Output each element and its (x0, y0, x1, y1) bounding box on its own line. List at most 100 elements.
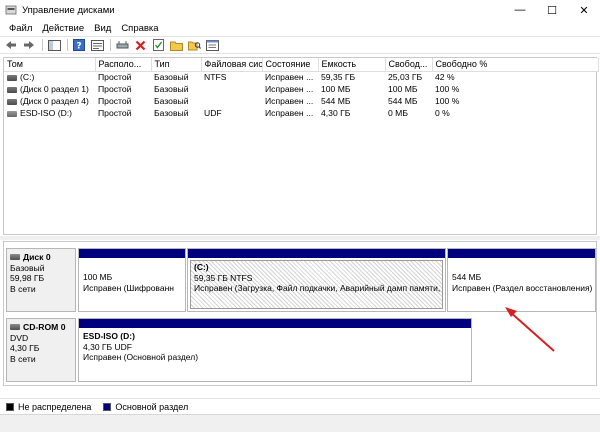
column-header-percent-free[interactable]: Свободно % (432, 58, 599, 72)
disk-0-label[interactable]: Диск 0 Базовый 59,98 ГБ В сети (6, 248, 76, 312)
table-cell: Базовый (154, 84, 189, 94)
table-cell: 59,35 ГБ (321, 72, 356, 83)
window-title: Управление дисками (22, 4, 115, 16)
volume-icon (7, 86, 17, 93)
table-cell: Базовый (154, 108, 189, 118)
back-button[interactable] (3, 38, 19, 52)
partition-size: 59,35 ГБ NTFS (194, 272, 253, 283)
partition-d[interactable]: ESD-ISO (D:) 4,30 ГБ UDF Исправен (Основ… (78, 318, 472, 382)
disk-name: Диск 0 (10, 252, 75, 263)
legend-unallocated: Не распределена (18, 401, 92, 412)
pane-splitter[interactable] (0, 236, 600, 240)
open-button[interactable] (168, 38, 184, 52)
table-cell: 25,03 ГБ (388, 72, 423, 83)
unallocated-swatch (6, 402, 14, 411)
checklist-icon (152, 39, 164, 51)
disk-name-text: CD-ROM 0 (23, 322, 66, 332)
help-icon: ? (73, 39, 85, 51)
partition-recovery[interactable]: 544 МБ Исправен (Раздел восстановления) (447, 248, 596, 312)
table-row[interactable]: ESD-ISO (D:) Простой Базовый UDF Исправе… (4, 107, 598, 119)
forward-arrow-icon (24, 41, 34, 49)
menu-action[interactable]: Действие (37, 23, 89, 34)
cdrom-0-label[interactable]: CD-ROM 0 DVD 4,30 ГБ В сети (6, 318, 76, 382)
disk-type: DVD (10, 332, 29, 343)
table-cell: NTFS (204, 72, 227, 83)
connect-button[interactable] (114, 38, 130, 52)
close-button[interactable]: ✕ (568, 0, 600, 20)
partition-label: (C:) (194, 262, 209, 272)
primary-partition-bar (188, 249, 445, 258)
toolbar-separator (110, 39, 111, 51)
volume-icon (7, 98, 17, 105)
properties-button[interactable] (89, 38, 105, 52)
disk-size: 4,30 ГБ (10, 343, 40, 353)
svg-text:?: ? (76, 42, 81, 52)
column-header-status[interactable]: Состояние (262, 58, 319, 72)
menu-file[interactable]: Файл (4, 23, 37, 34)
cd-drive-icon (10, 324, 20, 331)
volume-table: Том Располо... Тип Файловая система Сост… (4, 58, 599, 119)
column-header-type[interactable]: Тип (151, 58, 202, 72)
column-header-layout[interactable]: Располо... (95, 58, 152, 72)
table-cell: 100 % (435, 84, 460, 94)
table-row[interactable]: (C:) Простой Базовый NTFS Исправен ... 5… (4, 71, 598, 83)
volume-list: Том Располо... Тип Файловая система Сост… (3, 57, 599, 235)
table-cell: 4,30 ГБ (321, 108, 351, 118)
disk-status: В сети (10, 353, 36, 364)
column-header-file-system[interactable]: Файловая система (201, 58, 263, 72)
table-cell: Простой (98, 108, 132, 118)
primary-partition-bar (79, 319, 471, 328)
column-header-volume[interactable]: Том (4, 58, 96, 72)
partition-efi[interactable]: 100 МБ Исправен (Шифрованн (78, 248, 186, 312)
minimize-button[interactable]: — (504, 0, 536, 20)
settings-button[interactable] (204, 38, 220, 52)
forward-button[interactable] (21, 38, 37, 52)
table-cell: Исправен ... (265, 96, 314, 106)
partition-status: Исправен (Загрузка, Файл подкачки, Авари… (194, 283, 441, 293)
table-cell: Базовый (154, 96, 189, 106)
volume-name: ESD-ISO (D:) (20, 108, 73, 118)
volume-icon (7, 74, 17, 81)
volume-cell: (Диск 0 раздел 4) (4, 95, 95, 107)
partition-label: ESD-ISO (D:) (83, 331, 135, 341)
table-cell: Простой (98, 84, 132, 94)
table-cell: Простой (98, 72, 132, 83)
primary-partition-bar (448, 249, 595, 258)
column-header-capacity[interactable]: Емкость (318, 58, 386, 72)
volume-cell: (C:) (4, 71, 95, 83)
menu-bar: Файл Действие Вид Справка (0, 20, 600, 36)
menu-help[interactable]: Справка (116, 23, 163, 34)
table-cell: 544 МБ (321, 96, 351, 106)
toolbar-separator (42, 39, 43, 51)
table-row[interactable]: (Диск 0 раздел 4) Простой Базовый Исправ… (4, 95, 598, 107)
volume-name: (C:) (20, 72, 35, 83)
menu-view[interactable]: Вид (89, 23, 116, 34)
connect-icon (116, 40, 128, 48)
table-cell: 42 % (435, 72, 455, 83)
disk-row: CD-ROM 0 DVD 4,30 ГБ В сети ESD-ISO (D:)… (6, 318, 596, 382)
properties-icon (90, 39, 104, 51)
table-cell: Простой (98, 96, 132, 106)
show-hide-console-tree-button[interactable] (46, 38, 62, 52)
primary-partition-swatch (103, 402, 112, 411)
help-button[interactable]: ? (71, 38, 87, 52)
cd-drive-icon (7, 110, 17, 117)
partition-c[interactable]: (C:) 59,35 ГБ NTFS Исправен (Загрузка, Ф… (187, 248, 446, 312)
column-header-free-space[interactable]: Свобод... (385, 58, 433, 72)
toolbar: ? (0, 36, 600, 54)
disk-map: Диск 0 Базовый 59,98 ГБ В сети 100 МБ Ис… (3, 241, 597, 386)
check-button[interactable] (150, 38, 166, 52)
status-bar (0, 414, 600, 432)
delete-button[interactable] (132, 38, 148, 52)
disk-row: Диск 0 Базовый 59,98 ГБ В сети 100 МБ Ис… (6, 248, 596, 312)
partition-status: Исправен (Раздел восстановления) (452, 282, 593, 293)
disk-name-text: Диск 0 (23, 252, 51, 262)
maximize-button[interactable]: ☐ (536, 0, 568, 20)
table-cell (201, 95, 262, 107)
partition-size: 100 МБ (83, 272, 113, 282)
volume-name: (Диск 0 раздел 4) (20, 96, 89, 106)
disk-management-icon (5, 5, 17, 15)
table-cell: 0 МБ (388, 108, 408, 118)
search-button[interactable] (186, 38, 202, 52)
table-row[interactable]: (Диск 0 раздел 1) Простой Базовый Исправ… (4, 83, 598, 95)
